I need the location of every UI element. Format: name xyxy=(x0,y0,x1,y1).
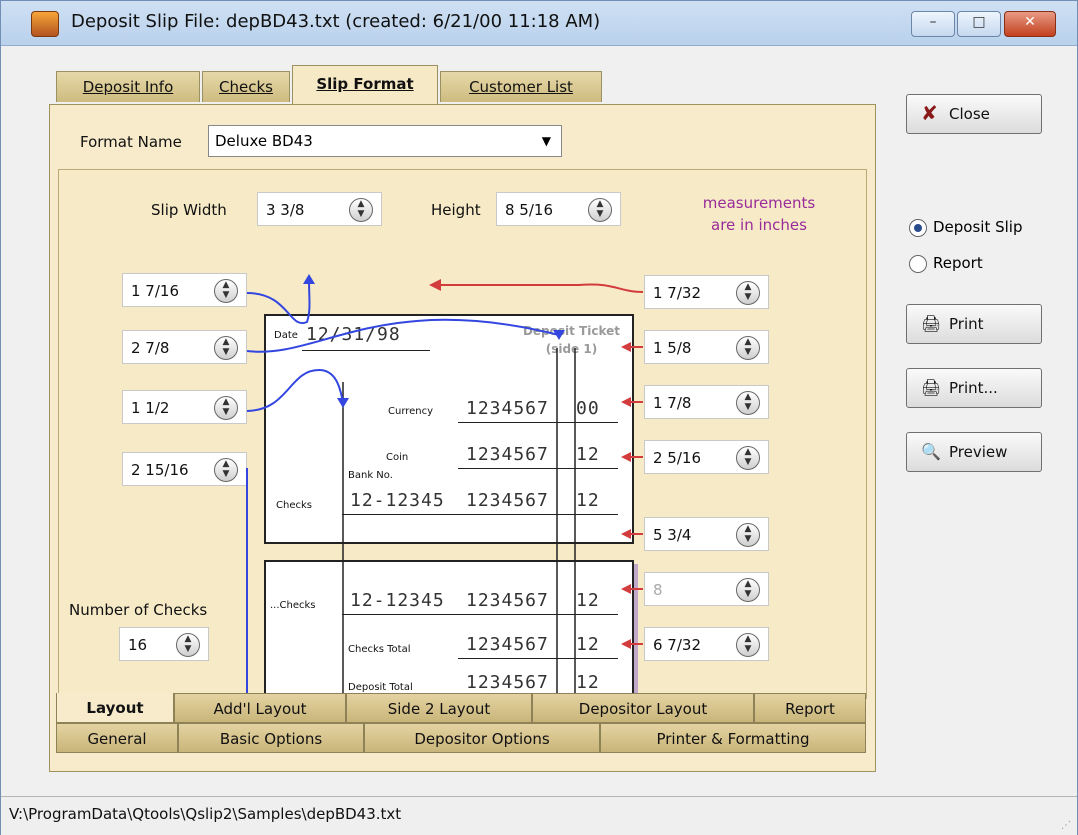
subtab-depositor-options[interactable]: Depositor Options xyxy=(364,723,600,753)
app-icon xyxy=(31,11,59,37)
close-x-icon: ✘ xyxy=(921,101,938,125)
red-arrowheads xyxy=(429,279,631,649)
subtab-side-2-layout[interactable]: Side 2 Layout xyxy=(346,693,532,723)
deposit-slip-radio-label: Deposit Slip xyxy=(933,218,1023,236)
tab-deposit-info[interactable]: Deposit Info xyxy=(56,71,200,102)
close-window-button[interactable]: ✕ xyxy=(1004,11,1056,37)
tab-slip-format[interactable]: Slip Format xyxy=(292,65,438,104)
window-title: Deposit Slip File: depBD43.txt (created:… xyxy=(71,11,601,32)
maximize-icon: □ xyxy=(972,14,986,30)
arrowhead xyxy=(429,279,441,291)
subtab-layout[interactable]: Layout xyxy=(56,693,174,723)
guide-arrow xyxy=(246,318,560,353)
printer-icon: 🖨 xyxy=(921,314,942,333)
arrowhead xyxy=(621,397,631,407)
guide-arrow xyxy=(246,368,344,412)
dropdown-arrow-icon: ▼ xyxy=(541,134,551,148)
minimize-button[interactable]: – xyxy=(911,11,955,37)
minimize-icon: – xyxy=(929,14,937,30)
tab-customer-list[interactable]: Customer List xyxy=(440,71,602,102)
print-dialog-button[interactable]: 🖨 Print... xyxy=(906,368,1042,408)
print-button-label: Print xyxy=(949,315,984,333)
preview-button-label: Preview xyxy=(949,443,1008,461)
format-name-label: Format Name xyxy=(80,133,182,151)
subtab-report[interactable]: Report xyxy=(754,693,866,723)
arrowhead xyxy=(303,274,315,284)
status-bar: V:\ProgramData\Qtools\Qslip2\Samples\dep… xyxy=(1,796,1077,835)
subtab-addl-layout[interactable]: Add'l Layout xyxy=(174,693,346,723)
title-bar: Deposit Slip File: depBD43.txt (created:… xyxy=(1,1,1077,46)
guide-arrow xyxy=(246,279,311,325)
subtab-depositor-layout[interactable]: Depositor Layout xyxy=(532,693,754,723)
close-button-label: Close xyxy=(949,105,990,123)
vertical-guide-lines xyxy=(342,348,576,700)
red-guide-arrows xyxy=(439,283,644,645)
resize-grip-icon[interactable]: ⋰ xyxy=(1061,820,1071,831)
print-dialog-button-label: Print... xyxy=(949,379,998,397)
position-guides xyxy=(246,274,644,700)
blue-guide-arrows xyxy=(246,279,560,700)
close-button[interactable]: ✘ Close xyxy=(906,94,1042,134)
close-icon: ✕ xyxy=(1024,14,1036,30)
format-name-select[interactable]: Deluxe BD43 ▼ xyxy=(208,125,562,157)
subtab-basic-options[interactable]: Basic Options xyxy=(178,723,364,753)
arrowhead xyxy=(621,584,631,594)
subtab-general[interactable]: General xyxy=(56,723,178,753)
arrowhead xyxy=(621,639,631,649)
slip-format-panel: Format Name Deluxe BD43 ▼ Slip Width 3 3… xyxy=(49,104,876,772)
file-path: V:\ProgramData\Qtools\Qslip2\Samples\dep… xyxy=(9,805,402,823)
printer-icon: 🖨 xyxy=(921,378,942,397)
print-button[interactable]: 🖨 Print xyxy=(906,304,1042,344)
tab-checks[interactable]: Checks xyxy=(202,71,290,102)
guide-arrow xyxy=(439,283,644,293)
format-name-value: Deluxe BD43 xyxy=(215,132,313,150)
radio-icon xyxy=(909,255,927,273)
arrowhead xyxy=(337,398,349,408)
subtab-printer-formatting[interactable]: Printer & Formatting xyxy=(600,723,866,753)
arrowhead xyxy=(621,529,631,539)
layout-area: Slip Width 3 3/8 ▲ ▼ Height 8 5/16 ▲ ▼ mea… xyxy=(58,169,867,716)
maximize-button[interactable]: □ xyxy=(957,11,1001,37)
arrowhead xyxy=(621,342,631,352)
arrowhead xyxy=(621,452,631,462)
preview-icon: 🔍 xyxy=(921,442,941,461)
app-window: Deposit Slip File: depBD43.txt (created:… xyxy=(0,0,1078,835)
report-radio-label: Report xyxy=(933,254,983,272)
arrowhead xyxy=(553,330,565,340)
radio-icon xyxy=(909,219,927,237)
preview-button[interactable]: 🔍 Preview xyxy=(906,432,1042,472)
